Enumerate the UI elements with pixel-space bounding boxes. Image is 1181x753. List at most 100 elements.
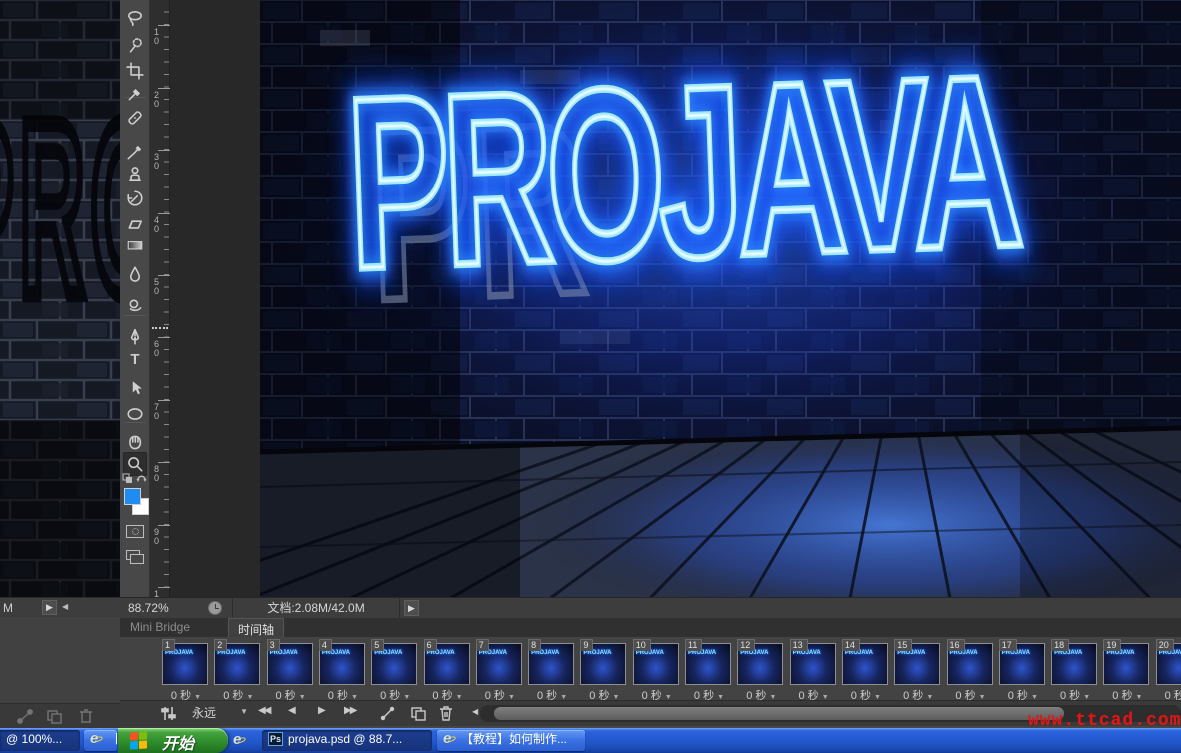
animation-frame-14[interactable]: 14PROJAVA0 秒 ▼: [842, 639, 890, 699]
type-tool[interactable]: T: [123, 347, 147, 371]
animation-frame-7[interactable]: 7PROJAVA0 秒 ▼: [476, 639, 524, 699]
frame-duration-dropdown[interactable]: 0 秒 ▼: [790, 687, 838, 700]
frame-duration-dropdown[interactable]: 0 秒 ▼: [214, 687, 262, 700]
animation-frame-8[interactable]: 8PROJAVA0 秒 ▼: [528, 639, 576, 699]
spot-healing-tool[interactable]: [123, 106, 147, 130]
lasso-tool[interactable]: [123, 6, 147, 30]
taskbar-button-doc100[interactable]: @ 100%...: [0, 730, 80, 751]
brush-tool[interactable]: [123, 140, 147, 164]
frame-duration-label: 0 秒: [1008, 690, 1028, 700]
timeline-scrollbar-thumb[interactable]: [494, 707, 1064, 720]
document-status-bar: 88.72% 文档:2.08M/42.0M ▶: [120, 597, 1181, 618]
eyedropper-tool[interactable]: [123, 82, 147, 106]
animation-frame-5[interactable]: 5PROJAVA0 秒 ▼: [371, 639, 419, 699]
taskbar-button-photoshop[interactable]: Psprojava.psd @ 88.7...: [262, 730, 432, 751]
taskbar-button-ie-tutorial[interactable]: e【教程】如何制作...: [437, 730, 585, 751]
timeline-controls-row: 永远 ▼ ◀◀ ◀ ▶ ▶▶ ◀: [120, 700, 1181, 726]
crop-tool[interactable]: [123, 59, 147, 83]
ruler-major-tick: [158, 150, 170, 151]
frame-duration-dropdown[interactable]: 0 秒 ▼: [371, 687, 419, 700]
frame-duration-label: 0 秒: [328, 690, 348, 700]
frame-duration-dropdown[interactable]: 0 秒 ▼: [580, 687, 628, 700]
frame-number: 5: [371, 639, 384, 651]
tab-mini-bridge[interactable]: Mini Bridge: [130, 620, 190, 634]
animation-frame-1[interactable]: 1PROJAVA0 秒 ▼: [162, 639, 210, 699]
pen-tool[interactable]: [123, 325, 147, 349]
frame-duration-dropdown[interactable]: 0 秒 ▼: [528, 687, 576, 700]
animation-frame-10[interactable]: 10PROJAVA0 秒 ▼: [633, 639, 681, 699]
animation-frame-15[interactable]: 15PROJAVA0 秒 ▼: [894, 639, 942, 699]
background-status-arrow-button[interactable]: ▶: [42, 600, 57, 615]
frame-duration-label: 0 秒: [799, 690, 819, 700]
panel-collapse-arrow-icon[interactable]: ◀: [472, 707, 478, 716]
start-button[interactable]: 开始: [118, 728, 228, 753]
screen-mode-button[interactable]: [126, 550, 140, 560]
frame-duration-dropdown[interactable]: 0 秒 ▼: [162, 687, 210, 700]
svg-text:T: T: [131, 352, 140, 368]
tween-frames-icon[interactable]: [380, 706, 396, 721]
frame-duration-dropdown[interactable]: 0 秒 ▼: [737, 687, 785, 700]
status-options-arrow[interactable]: ▶: [404, 600, 419, 616]
frame-duration-dropdown[interactable]: 0 秒 ▼: [319, 687, 367, 700]
duplicate-frame-icon[interactable]: [410, 706, 426, 721]
animation-frame-16[interactable]: 16PROJAVA0 秒 ▼: [947, 639, 995, 699]
frame-duration-dropdown[interactable]: 0 秒 ▼: [1156, 687, 1181, 700]
frame-duration-dropdown[interactable]: 0 秒 ▼: [947, 687, 995, 700]
frame-duration-dropdown[interactable]: 0 秒 ▼: [476, 687, 524, 700]
hand-tool[interactable]: [123, 430, 147, 454]
ellipse-tool[interactable]: [123, 402, 147, 426]
path-selection-tool[interactable]: [123, 376, 147, 400]
first-frame-button[interactable]: ◀◀: [258, 705, 269, 716]
history-brush-tool[interactable]: [123, 186, 147, 210]
frame-duration-dropdown[interactable]: 0 秒 ▼: [1103, 687, 1151, 700]
animation-frame-9[interactable]: 9PROJAVA0 秒 ▼: [580, 639, 628, 699]
document-size-field[interactable]: 文档:2.08M/42.0M: [232, 598, 400, 618]
frame-duration-label: 0 秒: [1112, 690, 1132, 700]
animation-frame-13[interactable]: 13PROJAVA0 秒 ▼: [790, 639, 838, 699]
frame-duration-dropdown[interactable]: 0 秒 ▼: [842, 687, 890, 700]
taskbar-button-ie-clipped[interactable]: e 【教: [84, 730, 117, 751]
swap-colors-icon[interactable]: [120, 470, 150, 486]
foreground-color-swatch[interactable]: [124, 488, 141, 505]
animation-frame-12[interactable]: 12PROJAVA0 秒 ▼: [737, 639, 785, 699]
frame-duration-dropdown[interactable]: 0 秒 ▼: [999, 687, 1047, 700]
sponge-tool[interactable]: [123, 293, 147, 317]
gradient-tool[interactable]: [123, 233, 147, 257]
tab-timeline[interactable]: 时间轴: [228, 618, 284, 637]
next-frame-button[interactable]: ▶▶: [344, 705, 355, 716]
frame-duration-dropdown[interactable]: 0 秒 ▼: [267, 687, 315, 700]
quick-mask-button[interactable]: [126, 525, 144, 538]
document-canvas[interactable]: PR PROJAVA PROJAVA PROJAVA PROJAVA: [260, 0, 1181, 597]
animation-frame-18[interactable]: 18PROJAVA0 秒 ▼: [1051, 639, 1099, 699]
clone-stamp-tool[interactable]: [123, 162, 147, 186]
frame-duration-dropdown[interactable]: 0 秒 ▼: [633, 687, 681, 700]
convert-to-video-timeline-icon[interactable]: [160, 706, 178, 721]
quick-selection-tool[interactable]: [123, 33, 147, 57]
animation-frame-17[interactable]: 17PROJAVA0 秒 ▼: [999, 639, 1047, 699]
animation-frame-4[interactable]: 4PROJAVA0 秒 ▼: [319, 639, 367, 699]
quick-launch-ie-icon[interactable]: e: [233, 733, 247, 747]
frame-number: 4: [319, 639, 332, 651]
animation-frame-6[interactable]: 6PROJAVA0 秒 ▼: [424, 639, 472, 699]
background-photoshop-window: PRO M ▶ ◀: [0, 0, 120, 728]
previous-frame-button[interactable]: ◀: [288, 705, 296, 716]
animation-frame-11[interactable]: 11PROJAVA0 秒 ▼: [685, 639, 733, 699]
internet-explorer-icon: e: [90, 732, 104, 746]
play-animation-button[interactable]: ▶: [318, 705, 326, 716]
loop-options-dropdown[interactable]: 永远 ▼: [192, 704, 248, 721]
zoom-level-field[interactable]: 88.72%: [128, 601, 169, 615]
frame-duration-dropdown[interactable]: 0 秒 ▼: [1051, 687, 1099, 700]
background-panel-collapse-icon[interactable]: ◀: [62, 602, 68, 611]
frame-duration-dropdown[interactable]: 0 秒 ▼: [424, 687, 472, 700]
animation-frame-3[interactable]: 3PROJAVA0 秒 ▼: [267, 639, 315, 699]
animation-frame-20[interactable]: 20PROJAVA0 秒 ▼: [1156, 639, 1181, 699]
frame-duration-dropdown[interactable]: 0 秒 ▼: [894, 687, 942, 700]
ruler-label: 60: [154, 340, 159, 358]
delete-frame-trash-icon[interactable]: [438, 705, 454, 722]
animation-frame-19[interactable]: 19PROJAVA0 秒 ▼: [1103, 639, 1151, 699]
frame-duration-dropdown[interactable]: 0 秒 ▼: [685, 687, 733, 700]
frame-number: 20: [1156, 639, 1174, 651]
taskbar-button-label: 【教: [108, 732, 117, 746]
animation-frame-2[interactable]: 2PROJAVA0 秒 ▼: [214, 639, 262, 699]
blur-tool[interactable]: [123, 262, 147, 286]
